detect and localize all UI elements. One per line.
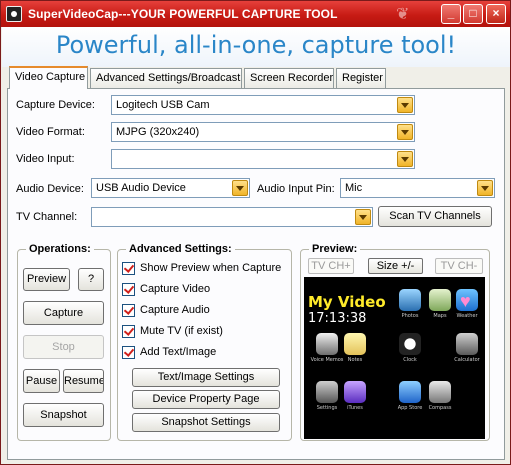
chevron-down-icon[interactable]	[232, 180, 248, 196]
notes-label: Notes	[347, 357, 363, 363]
chevron-down-icon[interactable]	[397, 97, 413, 113]
chevron-down-icon[interactable]	[397, 151, 413, 167]
capture-device-value: Logitech USB Cam	[116, 99, 210, 111]
tab-video-capture[interactable]: Video Capture	[9, 66, 88, 89]
clock-app-icon	[399, 333, 421, 355]
tv-channel-select[interactable]	[91, 207, 373, 227]
add-text-image-label: Add Text/Image	[140, 346, 217, 358]
text-image-settings-button[interactable]: Text/Image Settings	[132, 368, 280, 387]
chevron-down-icon[interactable]	[397, 124, 413, 140]
audio-input-pin-value: Mic	[345, 182, 363, 194]
tv-channel-label: TV Channel:	[16, 211, 78, 223]
heart-icon: ♥	[460, 291, 471, 311]
banner-text: Powerful, all-in-one, capture tool!	[55, 31, 457, 59]
video-input-select[interactable]	[111, 149, 415, 169]
capture-device-select[interactable]: Logitech USB Cam	[111, 95, 415, 115]
checkbox-checked-icon[interactable]	[122, 262, 135, 275]
voice-memos-app-icon	[316, 333, 338, 355]
capture-button[interactable]: Capture	[23, 301, 104, 325]
tab-screen-recorder[interactable]: Screen Recorder	[244, 68, 334, 88]
advanced-settings-title: Advanced Settings:	[126, 243, 235, 255]
calculator-app-icon	[456, 333, 478, 355]
notes-app-icon	[344, 333, 366, 355]
snapshot-settings-button[interactable]: Snapshot Settings	[132, 413, 280, 432]
maximize-button[interactable]: □	[463, 4, 483, 24]
audio-input-pin-label: Audio Input Pin:	[257, 183, 335, 195]
compass-app-icon	[429, 381, 451, 403]
tab-register[interactable]: Register	[336, 68, 386, 88]
chevron-down-icon[interactable]	[355, 209, 371, 225]
itunes-label: iTunes	[347, 405, 363, 411]
scan-tv-channels-button[interactable]: Scan TV Channels	[378, 206, 492, 227]
clock-label: Clock	[403, 357, 417, 363]
itunes-app-icon	[344, 381, 366, 403]
camera-app-icon	[6, 6, 22, 22]
device-property-page-button[interactable]: Device Property Page	[132, 390, 280, 409]
window-title: SuperVideoCap---YOUR POWERFUL CAPTURE TO…	[28, 7, 338, 21]
video-format-select[interactable]: MJPG (320x240)	[111, 122, 415, 142]
banner: Powerful, all-in-one, capture tool!	[2, 27, 510, 67]
app-store-app-icon	[399, 381, 421, 403]
video-format-value: MJPG (320x240)	[116, 126, 200, 138]
compass-label: Compass	[428, 405, 452, 411]
title-bar[interactable]: SuperVideoCap---YOUR POWERFUL CAPTURE TO…	[1, 1, 510, 27]
overlay-text: My Video	[308, 293, 386, 311]
tab-advanced-settings-broadcast[interactable]: Advanced Settings/Broadcast	[90, 68, 242, 88]
capture-video-label: Capture Video	[140, 283, 211, 295]
audio-device-value: USB Audio Device	[96, 182, 186, 194]
calculator-label: Calculator	[454, 357, 480, 363]
operations-title: Operations:	[26, 243, 94, 255]
checkbox-checked-icon[interactable]	[122, 283, 135, 296]
preview-title: Preview:	[309, 243, 361, 255]
size-toggle-button[interactable]: Size +/-	[368, 258, 423, 274]
checkbox-checked-icon[interactable]	[122, 304, 135, 317]
checkbox-checked-icon[interactable]	[122, 325, 135, 338]
audio-input-pin-select[interactable]: Mic	[340, 178, 495, 198]
settings-app-icon	[316, 381, 338, 403]
app-window: SuperVideoCap---YOUR POWERFUL CAPTURE TO…	[0, 0, 511, 465]
snapshot-button[interactable]: Snapshot	[23, 403, 104, 427]
capture-audio-label: Capture Audio	[140, 304, 210, 316]
audio-device-label: Audio Device:	[16, 183, 84, 195]
close-button[interactable]: ×	[486, 4, 506, 24]
maps-app-icon	[429, 289, 451, 311]
tv-channel-down-button[interactable]: TV CH-	[435, 258, 483, 274]
show-preview-label: Show Preview when Capture	[140, 262, 282, 274]
checkbox-checked-icon[interactable]	[122, 346, 135, 359]
video-format-label: Video Format:	[16, 126, 85, 138]
tv-channel-up-button[interactable]: TV CH+	[308, 258, 354, 274]
chevron-down-icon[interactable]	[477, 180, 493, 196]
weather-label: Weather	[456, 313, 478, 319]
help-button[interactable]: ?	[78, 268, 104, 291]
minimize-button[interactable]: _	[441, 4, 461, 24]
audio-device-select[interactable]: USB Audio Device	[91, 178, 250, 198]
preview-button[interactable]: Preview	[23, 268, 70, 291]
pause-button[interactable]: Pause	[23, 369, 60, 393]
swirl-decoration-icon: ❦	[396, 6, 410, 23]
capture-device-label: Capture Device:	[16, 99, 95, 111]
video-preview: Photos Maps Weather Voice Memos Notes Cl…	[304, 277, 485, 439]
photos-app-icon	[399, 289, 421, 311]
overlay-time: 17:13:38	[308, 311, 367, 326]
video-input-label: Video Input:	[16, 153, 75, 165]
resume-button[interactable]: Resume	[63, 369, 104, 393]
stop-button[interactable]: Stop	[23, 335, 104, 359]
mute-tv-label: Mute TV (if exist)	[140, 325, 223, 337]
